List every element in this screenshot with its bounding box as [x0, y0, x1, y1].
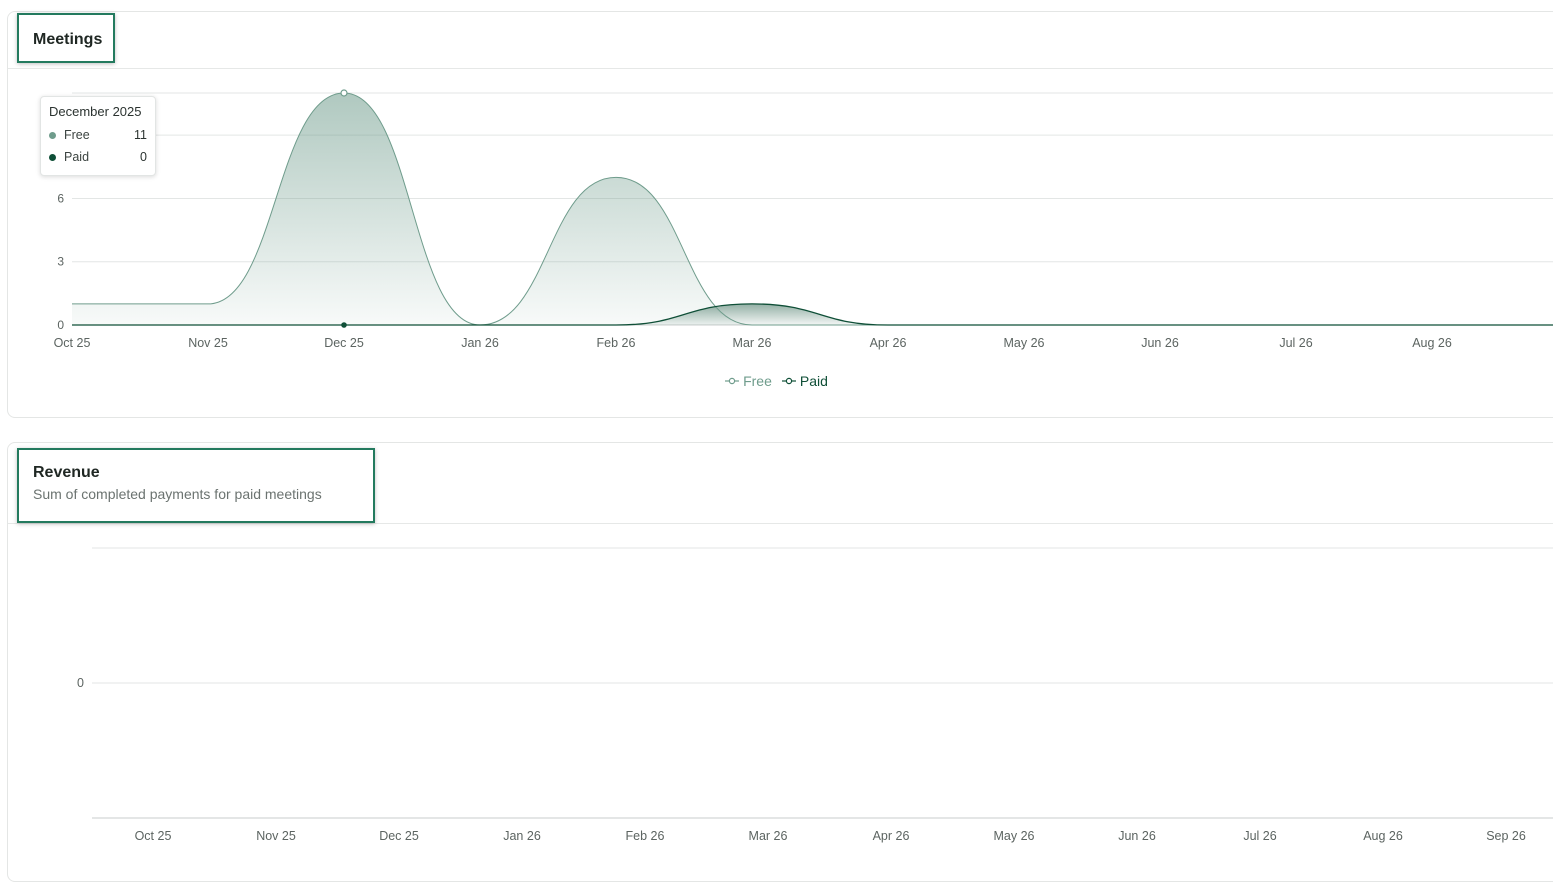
revenue-chart: 0 Oct 25 Nov 25 Dec 25 Jan 26 Feb 26 Mar 26 Ap… — [77, 547, 1553, 843]
x-tick-label: Jul 26 — [1243, 829, 1276, 843]
x-tick-label: Jun 26 — [1118, 829, 1156, 843]
x-tick-label: Mar 26 — [749, 829, 788, 843]
x-tick-label: Nov 25 — [256, 829, 296, 843]
x-tick-label: Oct 25 — [135, 829, 172, 843]
x-tick-label: May 26 — [994, 829, 1035, 843]
x-tick-label: Dec 25 — [379, 829, 419, 843]
x-tick-label: Sep 26 — [1486, 829, 1526, 843]
y-tick-label: 0 — [77, 676, 84, 690]
x-tick-label: Feb 26 — [626, 829, 665, 843]
x-tick-label: Aug 26 — [1363, 829, 1403, 843]
x-tick-label: Jan 26 — [503, 829, 541, 843]
x-tick-label: Apr 26 — [873, 829, 910, 843]
